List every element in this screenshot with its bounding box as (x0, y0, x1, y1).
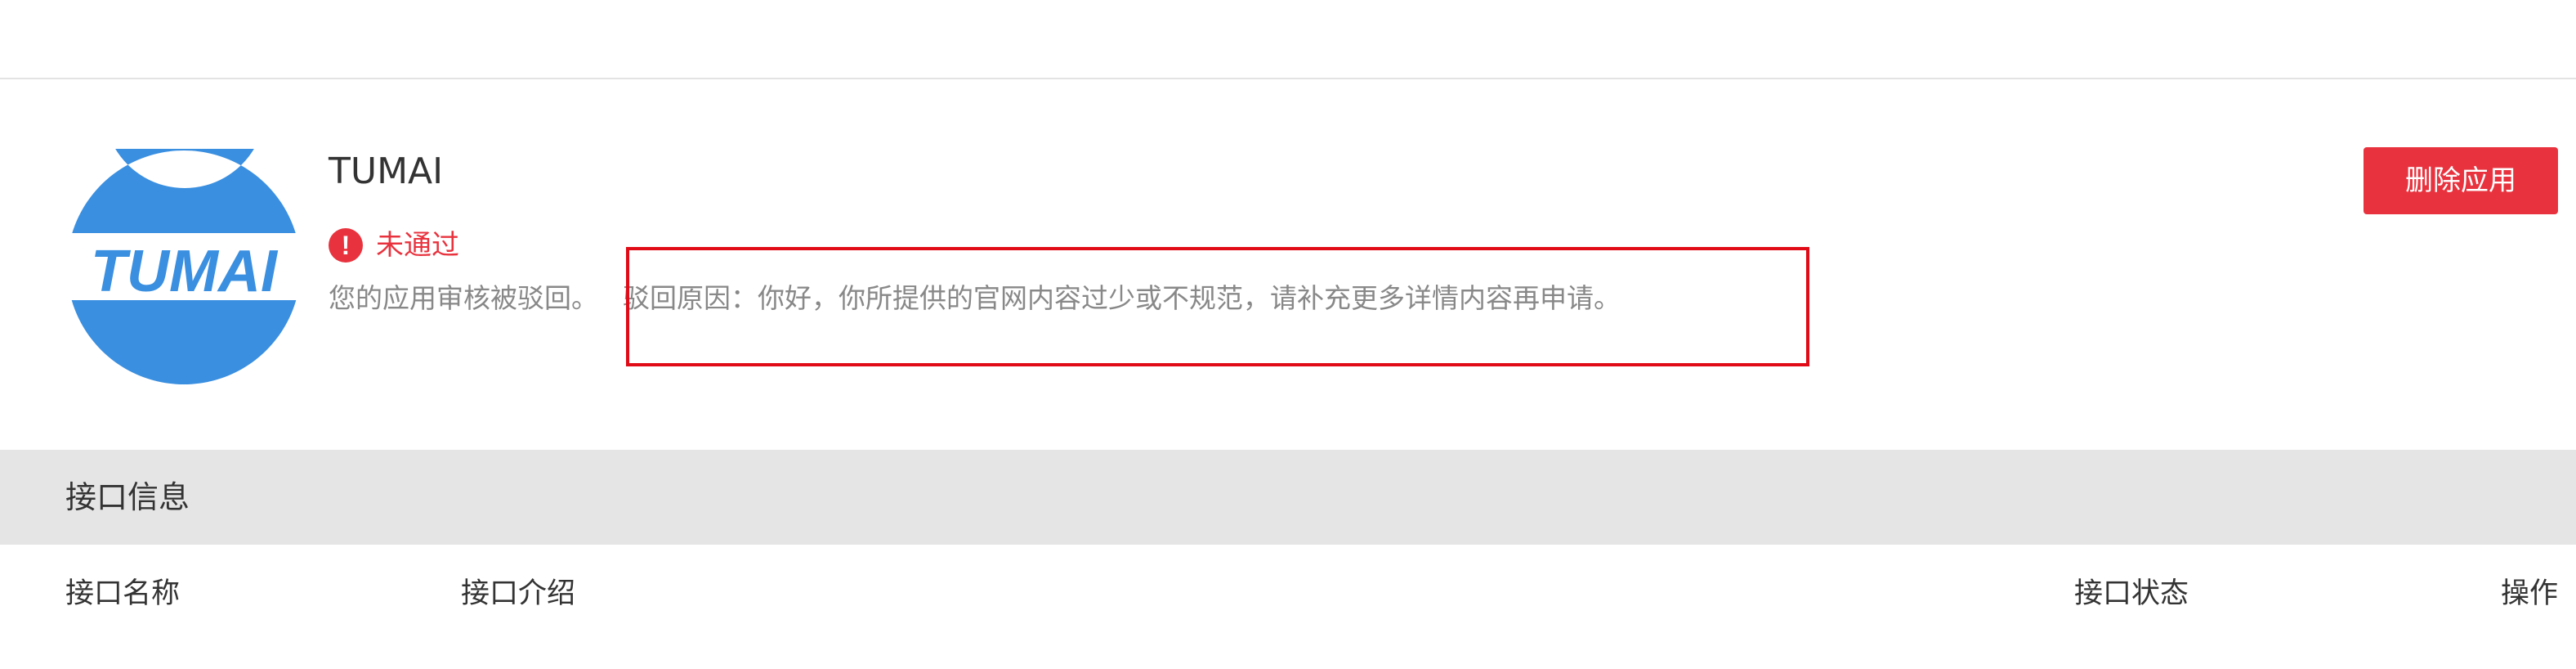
app-name: TUMAI (329, 150, 444, 192)
interface-table-header: 接口名称 接口介绍 接口状态 操作 (0, 568, 2576, 620)
status-text: 未通过 (376, 229, 459, 262)
column-header-description: 接口介绍 (461, 577, 576, 610)
column-header-action: 操作 (2500, 577, 2558, 610)
highlight-box (626, 247, 1809, 366)
exclamation-circle-icon: ! (329, 228, 363, 263)
column-header-name: 接口名称 (65, 577, 181, 610)
interface-section-header: 接口信息 (0, 450, 2576, 545)
delete-app-button[interactable]: 删除应用 (2364, 147, 2558, 214)
section-title: 接口信息 (65, 479, 190, 515)
column-header-status: 接口状态 (2074, 577, 2189, 610)
app-logo-text: TUMAI (91, 239, 279, 304)
review-status: ! 未通过 (329, 225, 459, 266)
top-divider (0, 78, 2576, 79)
app-logo: TUMAI (65, 149, 302, 384)
reject-prefix: 您的应用审核被驳回。 (329, 282, 598, 314)
